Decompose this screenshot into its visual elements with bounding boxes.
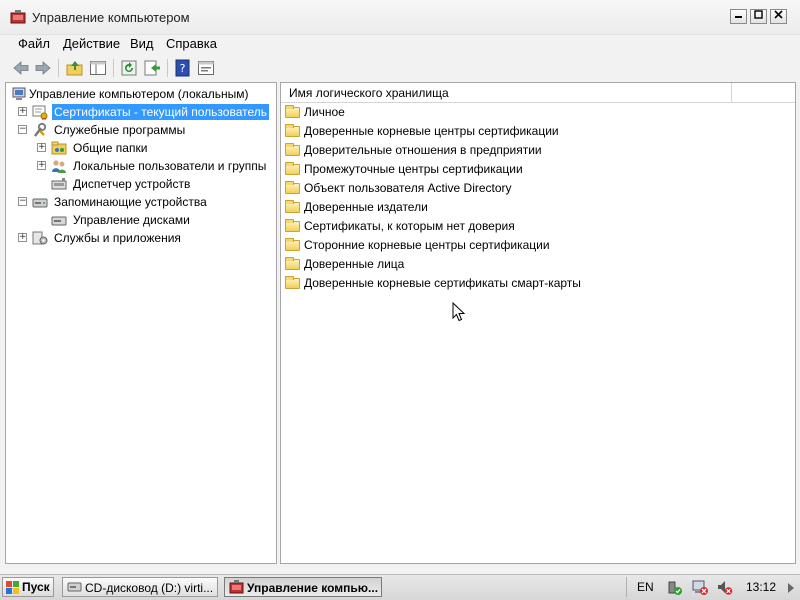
windows-logo-icon — [6, 581, 19, 594]
menu-view[interactable]: Вид — [130, 36, 154, 51]
forward-arrow-icon[interactable] — [34, 59, 52, 77]
toolbar-separator — [167, 59, 168, 77]
back-arrow-icon[interactable] — [12, 59, 30, 77]
disk-management-icon — [51, 216, 67, 226]
close-button[interactable] — [770, 9, 787, 24]
folder-icon — [285, 219, 300, 232]
results-pane[interactable]: Имя логического хранилища Личное Доверен… — [280, 82, 796, 564]
taskbar-clock[interactable]: 13:12 — [746, 580, 776, 594]
expand-plus-icon[interactable]: + — [18, 233, 27, 242]
close-icon — [774, 10, 783, 19]
computer-management-icon — [10, 10, 26, 24]
maximize-button[interactable] — [750, 9, 767, 24]
minimize-button[interactable] — [730, 9, 747, 24]
language-indicator[interactable]: EN — [637, 580, 654, 594]
folder-icon — [285, 200, 300, 213]
services-applications-icon — [32, 231, 48, 245]
computer-management-window: Управление компьютером Файл Действие Вид… — [0, 0, 800, 574]
list-item-label: Сертификаты, к которым нет доверия — [304, 219, 515, 233]
list-item-label: Доверительные отношения в предприятии — [304, 143, 542, 157]
storage-icon — [32, 198, 48, 208]
taskbar-item-label: CD-дисковод (D:) virti... — [85, 581, 214, 595]
window-title: Управление компьютером — [32, 10, 190, 25]
taskbar-item-label: Управление компью... — [247, 581, 379, 595]
start-button[interactable]: Пуск — [2, 577, 54, 597]
show-hide-tree-icon[interactable] — [89, 59, 107, 77]
svg-text:?: ? — [180, 62, 186, 75]
collapse-minus-icon[interactable]: − — [18, 197, 27, 206]
folder-icon — [285, 238, 300, 251]
tree-label: Управление компьютером (локальным) — [29, 87, 249, 101]
computer-management-icon — [229, 580, 244, 594]
volume-muted-icon[interactable] — [716, 579, 733, 596]
expand-plus-icon[interactable]: + — [37, 143, 46, 152]
list-item-label: Объект пользователя Active Directory — [304, 181, 512, 195]
column-header[interactable]: Имя логического хранилища — [281, 83, 795, 103]
toolbar-separator — [113, 59, 114, 77]
tree-label: Управление дисками — [73, 213, 190, 227]
computer-management-icon — [12, 87, 26, 100]
export-list-icon[interactable] — [143, 59, 161, 77]
folder-icon — [285, 124, 300, 137]
column-header-name[interactable]: Имя логического хранилища — [289, 86, 449, 100]
folder-icon — [285, 276, 300, 289]
folder-icon — [285, 162, 300, 175]
list-item-label: Доверенные корневые сертификаты смарт-ка… — [304, 276, 581, 290]
menu-action[interactable]: Действие — [63, 36, 120, 51]
taskbar: Пуск CD-дисковод (D:) virti... Управлени… — [0, 574, 800, 600]
cd-drive-icon — [67, 582, 82, 592]
title-bar[interactable]: Управление компьютером — [0, 0, 800, 35]
menu-file[interactable]: Файл — [18, 36, 50, 51]
expand-plus-icon[interactable]: + — [18, 107, 27, 116]
safely-remove-hardware-icon[interactable] — [667, 579, 684, 596]
list-item-label: Сторонние корневые центры сертификации — [304, 238, 550, 252]
tools-icon — [34, 122, 47, 137]
tree-label: Общие папки — [73, 141, 148, 155]
folder-icon — [285, 105, 300, 118]
shared-folder-icon — [51, 141, 67, 155]
mouse-cursor-icon — [452, 302, 466, 322]
taskbar-item-computer-management[interactable]: Управление компью... — [224, 577, 382, 597]
folder-icon — [285, 181, 300, 194]
properties-icon[interactable] — [197, 59, 215, 77]
network-disconnected-icon[interactable] — [692, 579, 709, 596]
collapse-minus-icon[interactable]: − — [18, 125, 27, 134]
tray-arrow-icon[interactable] — [786, 581, 796, 595]
column-divider[interactable] — [731, 83, 732, 102]
users-group-icon — [52, 160, 66, 173]
up-folder-icon[interactable] — [66, 59, 84, 77]
minimize-icon — [735, 16, 742, 18]
start-label: Пуск — [22, 580, 50, 594]
folder-icon — [285, 257, 300, 270]
tree-label: Служебные программы — [54, 123, 186, 137]
list-item-label: Доверенные корневые центры сертификации — [304, 124, 559, 138]
tray-divider — [626, 577, 627, 597]
refresh-icon[interactable] — [120, 59, 138, 77]
menu-bar: Файл Действие Вид Справка — [0, 34, 800, 54]
list-item-label: Доверенные издатели — [304, 200, 428, 214]
certificates-icon — [32, 105, 48, 120]
expand-plus-icon[interactable]: + — [37, 161, 46, 170]
device-manager-icon — [51, 178, 67, 190]
folder-icon — [285, 143, 300, 156]
list-item-label: Промежуточные центры сертификации — [304, 162, 523, 176]
tree-label: Локальные пользователи и группы — [73, 159, 267, 173]
tree-label: Запоминающие устройства — [54, 195, 207, 209]
toolbar-separator — [58, 59, 59, 77]
tree-label: Диспетчер устройств — [73, 177, 191, 191]
maximize-icon — [754, 10, 763, 19]
toolbar: ? — [0, 56, 800, 80]
list-item-label: Доверенные лица — [304, 257, 405, 271]
list-item-label: Личное — [304, 105, 345, 119]
tree-label: Службы и приложения — [54, 231, 181, 245]
help-icon[interactable]: ? — [174, 59, 192, 77]
tree-label: Сертификаты - текущий пользователь — [52, 104, 270, 120]
console-tree-pane[interactable]: Управление компьютером (локальным) + Сер… — [5, 82, 277, 564]
menu-help[interactable]: Справка — [166, 36, 217, 51]
taskbar-item-cd-drive[interactable]: CD-дисковод (D:) virti... — [62, 577, 218, 597]
